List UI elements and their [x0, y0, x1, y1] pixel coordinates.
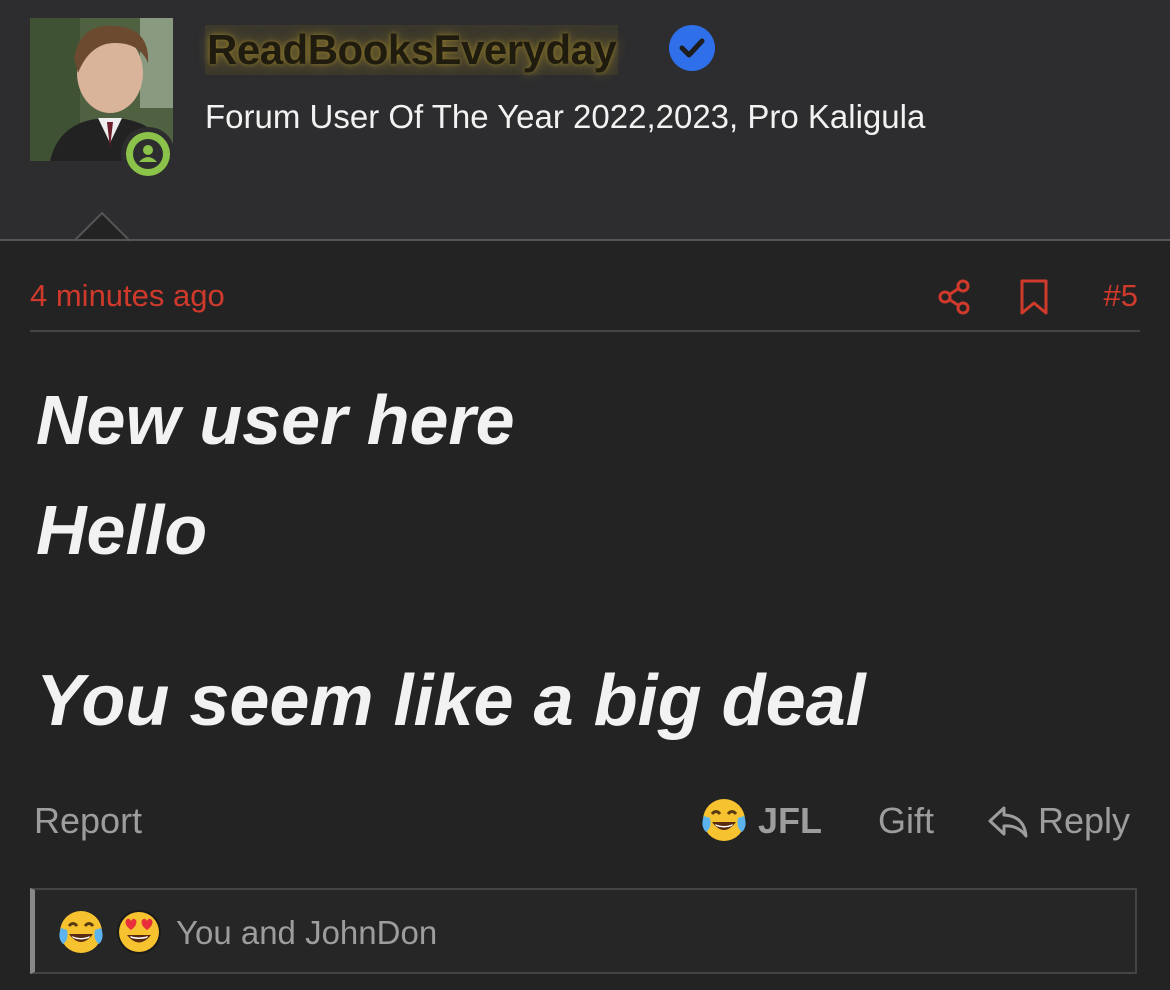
- reply-icon[interactable]: [986, 802, 1030, 842]
- reply-button[interactable]: Reply: [1038, 800, 1130, 842]
- post-body-line: Hello: [36, 491, 208, 569]
- user-title: Forum User Of The Year 2022,2023, Pro Ka…: [205, 98, 926, 135]
- jfl-reaction-button[interactable]: JFL: [758, 800, 822, 842]
- forum-post: ReadBooksEveryday Forum User Of The Year…: [0, 0, 1170, 990]
- report-button[interactable]: Report: [34, 800, 142, 842]
- divider: [30, 330, 1140, 332]
- verified-badge-icon: [669, 25, 715, 71]
- reactions-summary[interactable]: You and JohnDon: [30, 888, 1137, 974]
- tears-of-joy-emoji-icon: [59, 911, 103, 953]
- post-timestamp[interactable]: 4 minutes ago: [30, 278, 225, 314]
- username[interactable]: ReadBooksEveryday: [205, 25, 619, 75]
- post-author-header: ReadBooksEveryday Forum User Of The Year…: [0, 0, 1170, 242]
- divider: [0, 239, 1170, 241]
- share-icon[interactable]: [936, 279, 972, 315]
- post-body-line: You seem like a big deal: [36, 661, 866, 741]
- post-body-line: New user here: [36, 381, 515, 459]
- avatar-container[interactable]: [30, 18, 175, 181]
- bookmark-icon[interactable]: [1018, 279, 1050, 315]
- online-user-icon: [121, 127, 175, 181]
- heart-eyes-emoji-icon: [117, 910, 161, 954]
- gift-button[interactable]: Gift: [878, 800, 934, 842]
- post-number-link[interactable]: #5: [1104, 278, 1138, 314]
- tears-of-joy-emoji-icon[interactable]: [700, 796, 748, 844]
- header-pointer: [74, 212, 130, 242]
- reactions-text: You and JohnDon: [176, 914, 438, 951]
